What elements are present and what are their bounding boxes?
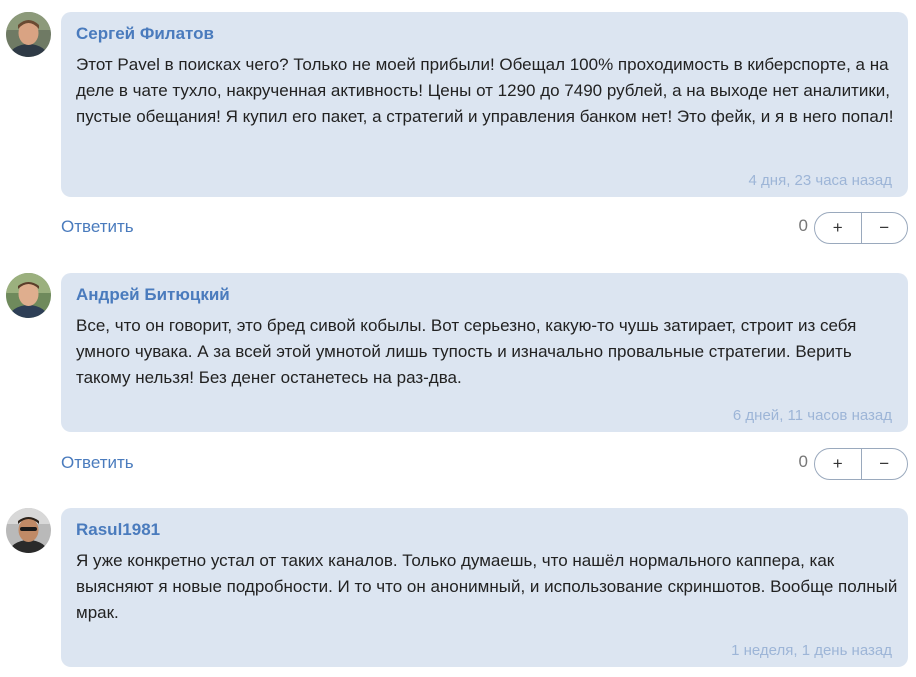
upvote-button[interactable]: + [815, 449, 861, 479]
reply-link[interactable]: Ответить [61, 217, 134, 237]
comment-author[interactable]: Rasul1981 [76, 520, 893, 540]
vote-control: + − [814, 448, 908, 480]
downvote-button[interactable]: − [860, 213, 908, 243]
downvote-button[interactable]: − [860, 449, 908, 479]
vote-score: 0 [798, 216, 808, 235]
reply-link[interactable]: Ответить [61, 453, 134, 473]
comment-text: Все, что он говорит, это бред сивой кобы… [76, 316, 857, 387]
comment-bubble: Сергей Филатов Этот Pavel в поисках чего… [61, 12, 908, 197]
comment-timestamp: 6 дней, 11 часов назад [732, 407, 892, 424]
comment-author[interactable]: Андрей Битюцкий [76, 285, 893, 305]
comment-text: Этот Pavel в поисках чего? Только не мое… [76, 55, 894, 126]
comment-bubble: Андрей Битюцкий Все, что он говорит, это… [61, 273, 908, 432]
avatar[interactable] [6, 12, 51, 57]
comment-actions: Ответить 0 + − [61, 448, 908, 480]
avatar[interactable] [6, 273, 51, 318]
comment-actions: Ответить 0 + − [61, 212, 908, 244]
comment-timestamp: 4 дня, 23 часа назад [748, 172, 892, 189]
user-photo-icon [6, 12, 51, 57]
vote-control: + − [814, 212, 908, 244]
comment-bubble: Rasul1981 Я уже конкретно устал от таких… [61, 508, 908, 667]
comment-text: Я уже конкретно устал от таких каналов. … [76, 551, 898, 622]
comment-timestamp: 1 неделя, 1 день назад [731, 642, 892, 659]
vote-score: 0 [798, 452, 808, 471]
user-photo-icon [6, 273, 51, 318]
avatar[interactable] [6, 508, 51, 553]
user-photo-icon [6, 508, 51, 553]
upvote-button[interactable]: + [815, 213, 861, 243]
comment-author[interactable]: Сергей Филатов [76, 24, 893, 44]
